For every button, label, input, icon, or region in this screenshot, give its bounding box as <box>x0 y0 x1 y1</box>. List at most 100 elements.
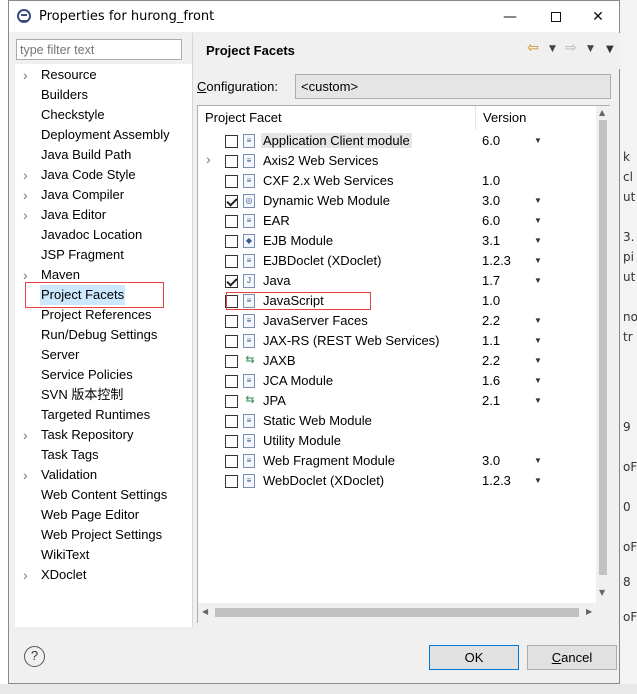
back-arrow-icon[interactable]: ⇦ <box>527 40 539 56</box>
expand-chevron-icon[interactable]: › <box>23 205 33 225</box>
facet-version[interactable]: 1.6 <box>482 373 500 388</box>
nav-item[interactable]: Project References <box>15 305 192 325</box>
version-dropdown-icon[interactable]: ▼ <box>534 396 542 405</box>
facet-row[interactable]: ≡ EAR 6.0 ▼ <box>198 211 596 231</box>
facet-checkbox[interactable] <box>225 355 238 368</box>
vertical-scrollbar[interactable]: ▲ ▼ <box>596 106 610 603</box>
forward-dropdown-icon[interactable]: ▼ <box>587 44 594 54</box>
facet-checkbox[interactable] <box>225 135 238 148</box>
column-header-version[interactable]: Version <box>476 106 596 130</box>
version-dropdown-icon[interactable]: ▼ <box>534 136 542 145</box>
nav-item[interactable]: Web Content Settings <box>15 485 192 505</box>
facet-version[interactable]: 2.1 <box>482 393 500 408</box>
version-dropdown-icon[interactable]: ▼ <box>534 216 542 225</box>
nav-item[interactable]: Web Project Settings <box>15 525 192 545</box>
help-icon[interactable]: ? <box>24 646 45 667</box>
nav-item[interactable]: › XDoclet <box>15 565 192 585</box>
facet-row[interactable]: ≡ Application Client module 6.0 ▼ <box>198 131 596 151</box>
title-bar[interactable]: Properties for hurong_front — ✕ <box>9 1 619 32</box>
column-header-facet[interactable]: Project Facet <box>198 106 476 130</box>
facet-checkbox[interactable] <box>225 315 238 328</box>
scroll-up-icon[interactable]: ▲ <box>599 108 605 117</box>
version-dropdown-icon[interactable]: ▼ <box>534 276 542 285</box>
nav-item[interactable]: SVN 版本控制 <box>15 385 192 405</box>
ok-button[interactable]: OK <box>429 645 519 670</box>
scroll-right-icon[interactable]: ▶ <box>586 607 592 616</box>
facet-row[interactable]: ≡ JCA Module 1.6 ▼ <box>198 371 596 391</box>
cancel-button[interactable]: Cancel <box>527 645 617 670</box>
nav-item[interactable]: Run/Debug Settings <box>15 325 192 345</box>
nav-item[interactable]: WikiText <box>15 545 192 565</box>
facet-checkbox[interactable] <box>225 395 238 408</box>
version-dropdown-icon[interactable]: ▼ <box>534 236 542 245</box>
facet-row[interactable]: ≡ CXF 2.x Web Services 1.0 <box>198 171 596 191</box>
facet-checkbox[interactable] <box>225 275 238 288</box>
nav-item[interactable]: Javadoc Location <box>15 225 192 245</box>
nav-item[interactable]: › Task Repository <box>15 425 192 445</box>
nav-item[interactable]: › Java Compiler <box>15 185 192 205</box>
version-dropdown-icon[interactable]: ▼ <box>534 336 542 345</box>
facet-checkbox[interactable] <box>225 435 238 448</box>
filter-input[interactable] <box>16 39 182 60</box>
facet-row[interactable]: › ≡ Axis2 Web Services <box>198 151 596 171</box>
facet-version[interactable]: 3.0 <box>482 453 500 468</box>
expand-chevron-icon[interactable]: › <box>23 185 33 205</box>
facet-row[interactable]: ◎ Dynamic Web Module 3.0 ▼ <box>198 191 596 211</box>
facet-row[interactable]: ⇆ JPA 2.1 ▼ <box>198 391 596 411</box>
close-button[interactable]: ✕ <box>575 1 621 32</box>
property-page-tree[interactable]: › Resource Builders Checkstyle Deployment As… <box>15 64 192 627</box>
vertical-scroll-thumb[interactable] <box>599 120 607 575</box>
facet-version[interactable]: 1.2.3 <box>482 473 511 488</box>
scroll-left-icon[interactable]: ◀ <box>202 607 208 616</box>
facet-row[interactable]: J Java 1.7 ▼ <box>198 271 596 291</box>
nav-item[interactable]: Java Build Path <box>15 145 192 165</box>
version-dropdown-icon[interactable]: ▼ <box>534 456 542 465</box>
nav-item[interactable]: Builders <box>15 85 192 105</box>
forward-arrow-icon[interactable]: ⇨ <box>565 40 577 56</box>
configuration-combo[interactable]: <custom> <box>295 74 611 99</box>
facet-row[interactable]: ≡ Utility Module <box>198 431 596 451</box>
scroll-down-icon[interactable]: ▼ <box>599 588 605 597</box>
nav-item[interactable]: › Resource <box>15 65 192 85</box>
nav-item[interactable]: Server <box>15 345 192 365</box>
back-dropdown-icon[interactable]: ▼ <box>549 44 556 54</box>
maximize-button[interactable] <box>533 1 579 32</box>
facet-checkbox[interactable] <box>225 335 238 348</box>
facet-version[interactable]: 3.1 <box>482 233 500 248</box>
facet-version[interactable]: 6.0 <box>482 133 500 148</box>
nav-item[interactable]: › Java Code Style <box>15 165 192 185</box>
nav-item[interactable]: Targeted Runtimes <box>15 405 192 425</box>
minimize-button[interactable]: — <box>487 1 533 32</box>
facet-version[interactable]: 2.2 <box>482 313 500 328</box>
facet-checkbox[interactable] <box>225 255 238 268</box>
horizontal-scroll-thumb[interactable] <box>215 608 579 617</box>
facet-row[interactable]: ≡ JAX-RS (REST Web Services) 1.1 ▼ <box>198 331 596 351</box>
facet-checkbox[interactable] <box>225 235 238 248</box>
nav-item[interactable]: Deployment Assembly <box>15 125 192 145</box>
facet-version[interactable]: 1.1 <box>482 333 500 348</box>
facet-checkbox[interactable] <box>225 475 238 488</box>
facet-checkbox[interactable] <box>225 195 238 208</box>
version-dropdown-icon[interactable]: ▼ <box>534 476 542 485</box>
facet-checkbox[interactable] <box>225 455 238 468</box>
facet-row[interactable]: ≡ JavaServer Faces 2.2 ▼ <box>198 311 596 331</box>
view-menu-icon[interactable]: ▼ <box>606 44 614 55</box>
nav-item[interactable]: Web Page Editor <box>15 505 192 525</box>
nav-item[interactable]: Service Policies <box>15 365 192 385</box>
facet-row[interactable]: ⇆ JAXB 2.2 ▼ <box>198 351 596 371</box>
nav-item[interactable]: Task Tags <box>15 445 192 465</box>
facet-version[interactable]: 2.2 <box>482 353 500 368</box>
facet-version[interactable]: 1.2.3 <box>482 253 511 268</box>
expand-chevron-icon[interactable]: › <box>23 465 33 485</box>
facet-version[interactable]: 1.7 <box>482 273 500 288</box>
facet-checkbox[interactable] <box>225 155 238 168</box>
nav-item[interactable]: › Validation <box>15 465 192 485</box>
version-dropdown-icon[interactable]: ▼ <box>534 316 542 325</box>
version-dropdown-icon[interactable]: ▼ <box>534 376 542 385</box>
horizontal-scrollbar[interactable]: ◀ ▶ <box>198 603 610 623</box>
facet-checkbox[interactable] <box>225 375 238 388</box>
facet-row[interactable]: ≡ WebDoclet (XDoclet) 1.2.3 ▼ <box>198 471 596 491</box>
facet-row[interactable]: ≡ EJBDoclet (XDoclet) 1.2.3 ▼ <box>198 251 596 271</box>
expand-chevron-icon[interactable]: › <box>206 151 211 167</box>
version-dropdown-icon[interactable]: ▼ <box>534 196 542 205</box>
